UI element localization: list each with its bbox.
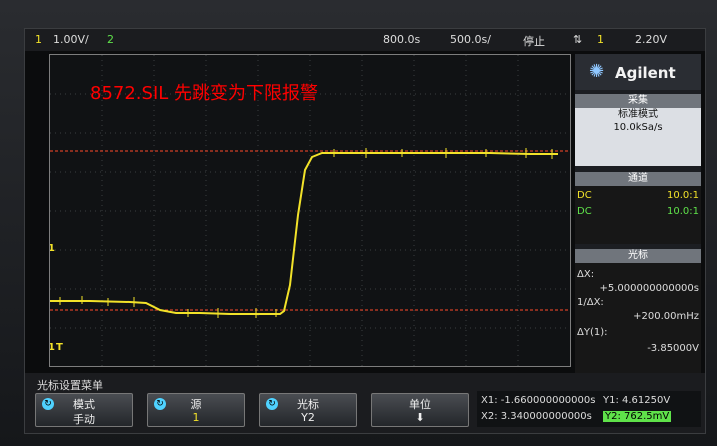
delta-y-label: ΔY(1):: [577, 327, 608, 338]
cursor-softkey[interactable]: ↻ 光标 Y2: [259, 393, 357, 427]
agilent-logo: ✺ Agilent: [575, 54, 701, 90]
right-info-panel: ✺ Agilent 采集 标准模式 10.0kSa/s 通道 DC 10.0:1…: [575, 54, 701, 375]
delta-x-value: +5.000000000000s: [599, 283, 699, 294]
ch1-scale[interactable]: 1.00V/: [53, 33, 89, 46]
ch1-waveform: [50, 152, 558, 315]
mode-softkey-label: 模式: [73, 398, 95, 411]
agilent-spark-icon: ✺: [589, 61, 605, 82]
cursor-softkey-value: Y2: [301, 411, 315, 424]
units-softkey[interactable]: 单位 ⬇: [371, 393, 469, 427]
ch2-probe: 10.0:1: [667, 206, 699, 217]
top-status-bar: 1 1.00V/ 2 800.0s 500.0s/ 停止 ⇅ 1 2.20V: [25, 29, 705, 51]
trigger-icon: ⇅: [573, 33, 583, 46]
trigger-marker[interactable]: T: [56, 342, 63, 353]
annotation-text: 8572.SIL 先跳变为下限报警: [90, 83, 319, 104]
ch1-marker[interactable]: 1: [50, 243, 55, 254]
acquisition-rate: 10.0kSa/s: [613, 122, 663, 133]
run-status[interactable]: 停止: [523, 33, 545, 49]
channel-title: 通道: [575, 172, 701, 186]
cursor-readout: X1: -1.660000000000s X2: 3.340000000000s…: [477, 391, 701, 427]
y1-readout: Y1: 4.61250V: [603, 395, 671, 406]
waveform-display[interactable]: 8572.SIL 先跳变为下限报警 1 1 T: [49, 54, 571, 367]
down-arrow-icon: ⬇: [415, 411, 425, 424]
source-softkey[interactable]: ↻ 源 1: [147, 393, 245, 427]
source-softkey-label: 源: [190, 398, 202, 411]
delta-x-label: ΔX:: [577, 269, 595, 280]
acquisition-section: 采集 标准模式 10.0kSa/s: [575, 94, 701, 166]
cursor-section: 光标 ΔX: +5.000000000000s 1/ΔX: +200.00mHz…: [575, 249, 701, 375]
menu-title: 光标设置菜单: [37, 379, 103, 392]
units-softkey-label: 单位: [409, 398, 431, 411]
acquisition-mode: 标准模式: [618, 109, 658, 120]
cursor-title: 光标: [575, 249, 701, 263]
time-position[interactable]: 800.0s: [383, 33, 420, 46]
y2-readout: Y2: 762.5mV: [603, 411, 672, 422]
timebase[interactable]: 500.0s/: [450, 33, 491, 46]
cursor-softkey-label: 光标: [297, 398, 319, 411]
softkey-menu: 光标设置菜单 ↻ 模式 手动 ↻ 源 1 ↻ 光标 Y2 单位 ⬇ X1: -1…: [25, 373, 705, 433]
trigger-channel: 1: [597, 33, 604, 46]
ch2-coupling: DC: [577, 206, 592, 217]
x2-readout: X2: 3.340000000000s: [481, 411, 592, 422]
inverse-delta-x-value: +200.00mHz: [633, 311, 699, 322]
scope-screen: 1 1.00V/ 2 800.0s 500.0s/ 停止 ⇅ 1 2.20V 8…: [24, 28, 706, 434]
source-softkey-value: 1: [192, 411, 200, 424]
inverse-delta-x-label: 1/ΔX:: [577, 297, 604, 308]
acquisition-title: 采集: [575, 94, 701, 108]
logo-text: Agilent: [615, 64, 676, 82]
ch1-probe: 10.0:1: [667, 190, 699, 201]
ch1-coupling: DC: [577, 190, 592, 201]
trigger-level[interactable]: 2.20V: [635, 33, 667, 46]
ground-marker[interactable]: 1: [50, 342, 55, 353]
waveform-noise: [59, 148, 553, 318]
mode-softkey[interactable]: ↻ 模式 手动: [35, 393, 133, 427]
mode-softkey-value: 手动: [73, 413, 95, 426]
x1-readout: X1: -1.660000000000s: [481, 395, 596, 406]
ch2-number[interactable]: 2: [107, 33, 114, 46]
channel-section: 通道 DC 10.0:1 DC 10.0:1: [575, 172, 701, 244]
delta-y-value: -3.85000V: [647, 343, 699, 354]
ch1-number[interactable]: 1: [35, 33, 42, 46]
